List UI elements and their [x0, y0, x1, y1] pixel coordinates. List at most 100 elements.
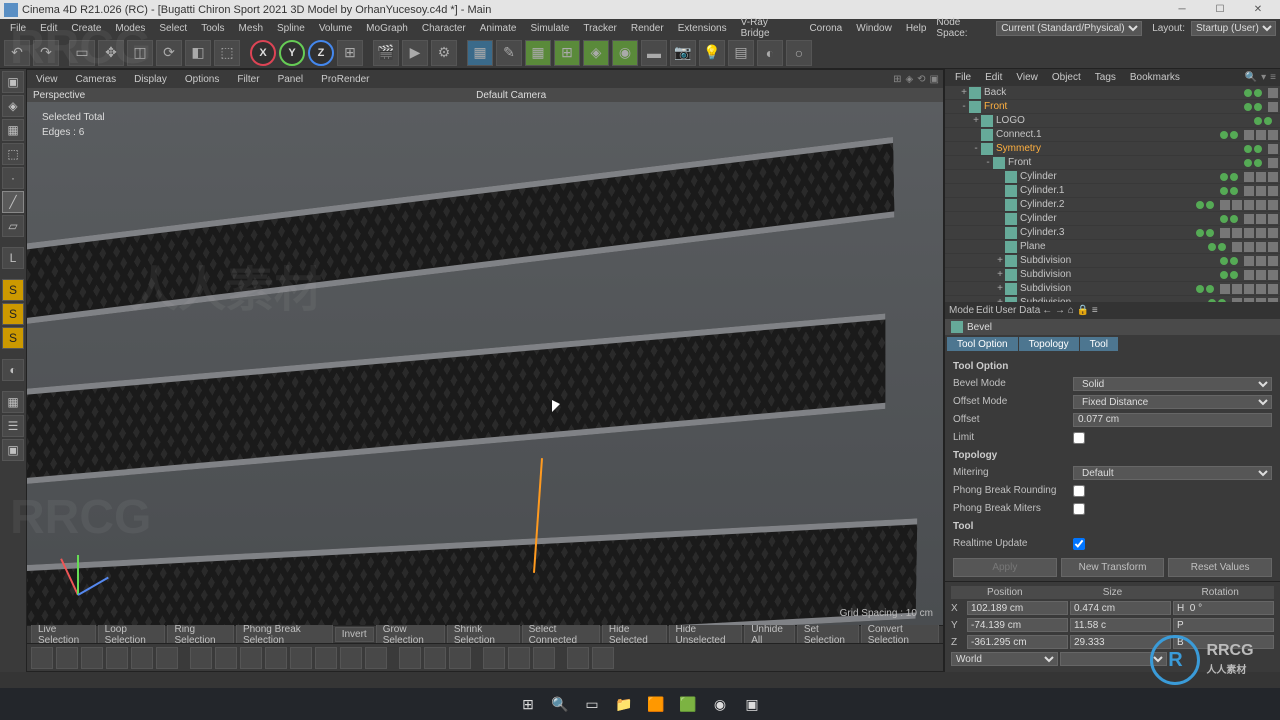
object-tag[interactable]: [1256, 270, 1266, 280]
object-tag[interactable]: [1220, 200, 1230, 210]
bevel-mode-select[interactable]: Solid: [1073, 377, 1272, 391]
fwd-icon[interactable]: →: [1055, 305, 1065, 316]
menu-spline[interactable]: Spline: [271, 21, 311, 36]
offset-mode-select[interactable]: Fixed Distance: [1073, 395, 1272, 409]
object-name[interactable]: Front: [984, 101, 1244, 112]
object-tag[interactable]: [1220, 284, 1230, 294]
isoline[interactable]: ☰: [2, 415, 24, 437]
bottom-icon-1[interactable]: [56, 647, 78, 669]
object-tag[interactable]: [1268, 186, 1278, 196]
selbtn-invert[interactable]: Invert: [335, 627, 374, 642]
object-name[interactable]: Back: [984, 87, 1244, 98]
menu-help[interactable]: Help: [900, 21, 933, 36]
objtab-object[interactable]: Object: [1046, 70, 1087, 85]
snap-1[interactable]: S: [2, 279, 24, 301]
render-dot[interactable]: [1230, 215, 1238, 223]
workplane-mode[interactable]: ⬚: [2, 143, 24, 165]
object-tag[interactable]: [1268, 102, 1278, 112]
z-axis-toggle[interactable]: Z: [308, 40, 334, 66]
select-tool[interactable]: ▭: [69, 40, 95, 66]
floor-tool[interactable]: ▤: [728, 40, 754, 66]
bottom-icon-12[interactable]: [340, 647, 362, 669]
panel-menu-icon[interactable]: ≡: [1092, 305, 1098, 316]
snap-2[interactable]: S: [2, 303, 24, 325]
object-name[interactable]: Subdivision: [1020, 283, 1196, 294]
bottom-icon-15[interactable]: [424, 647, 446, 669]
object-tag[interactable]: [1268, 130, 1278, 140]
render-dot[interactable]: [1254, 103, 1262, 111]
bottom-icon-16[interactable]: [449, 647, 471, 669]
visibility-dot[interactable]: [1220, 173, 1228, 181]
object-name[interactable]: Cylinder.1: [1020, 185, 1220, 196]
subtab-tool-option[interactable]: Tool Option: [947, 337, 1018, 351]
visibility-dot[interactable]: [1196, 201, 1204, 209]
light-tool[interactable]: 💡: [699, 40, 725, 66]
object-row[interactable]: - Front: [945, 100, 1280, 114]
offset-input[interactable]: [1073, 413, 1272, 427]
phong-break-miters-checkbox[interactable]: [1073, 503, 1085, 515]
objtab-view[interactable]: View: [1010, 70, 1044, 85]
object-tag[interactable]: [1256, 284, 1266, 294]
coord-p-input[interactable]: [967, 635, 1068, 649]
coord-s-input[interactable]: [1070, 601, 1171, 615]
instance[interactable]: ◉: [612, 40, 638, 66]
object-tag[interactable]: [1256, 186, 1266, 196]
explorer-icon[interactable]: 📁: [611, 691, 637, 717]
bottom-icon-20[interactable]: [567, 647, 589, 669]
expand-icon[interactable]: -: [959, 101, 969, 112]
object-tag[interactable]: [1256, 228, 1266, 238]
expand-icon[interactable]: +: [971, 115, 981, 126]
object-tag[interactable]: [1232, 228, 1242, 238]
render-dot[interactable]: [1254, 159, 1262, 167]
limit-checkbox[interactable]: [1073, 432, 1085, 444]
filter-icon[interactable]: ▾: [1261, 72, 1266, 83]
object-tag[interactable]: [1244, 214, 1254, 224]
field[interactable]: ▬: [641, 40, 667, 66]
menu-window[interactable]: Window: [850, 21, 898, 36]
menu-tools[interactable]: Tools: [195, 21, 230, 36]
edge-mode[interactable]: ╱: [2, 191, 24, 213]
mitering-select[interactable]: Default: [1073, 466, 1272, 480]
object-row[interactable]: +Subdivision: [945, 282, 1280, 296]
cube-primitive[interactable]: ▦: [467, 40, 493, 66]
snap-3[interactable]: S: [2, 327, 24, 349]
menu-select[interactable]: Select: [153, 21, 193, 36]
object-name[interactable]: Subdivision: [1020, 269, 1220, 280]
bottom-icon-19[interactable]: [533, 647, 555, 669]
object-row[interactable]: Cylinder: [945, 212, 1280, 226]
visibility-dot[interactable]: [1220, 131, 1228, 139]
vpmenu-panel[interactable]: Panel: [273, 72, 309, 87]
vpmenu-display[interactable]: Display: [129, 72, 172, 87]
visibility-dot[interactable]: [1244, 103, 1252, 111]
objects-tree[interactable]: +Back-Front+LOGOConnect.1-Symmetry-Front…: [945, 86, 1280, 302]
viewport-solo[interactable]: ◐: [2, 359, 24, 381]
visibility-dot[interactable]: [1244, 89, 1252, 97]
menu-mesh[interactable]: Mesh: [233, 21, 269, 36]
object-row[interactable]: Cylinder.1: [945, 184, 1280, 198]
object-row[interactable]: Plane: [945, 240, 1280, 254]
coord-r-input[interactable]: [1173, 601, 1274, 615]
menu-modes[interactable]: Modes: [109, 21, 151, 36]
realtime-update-checkbox[interactable]: [1073, 538, 1085, 550]
object-row[interactable]: +Subdivision: [945, 254, 1280, 268]
render-dot[interactable]: [1206, 229, 1214, 237]
bottom-icon-13[interactable]: [365, 647, 387, 669]
last-tool[interactable]: ◧: [185, 40, 211, 66]
visibility-dot[interactable]: [1220, 187, 1228, 195]
start-button[interactable]: ⊞: [515, 691, 541, 717]
object-name[interactable]: Cylinder: [1020, 213, 1220, 224]
object-name[interactable]: Plane: [1020, 241, 1208, 252]
vp-icon-4[interactable]: ▣: [930, 74, 939, 85]
object-row[interactable]: +Subdivision: [945, 268, 1280, 282]
x-axis-toggle[interactable]: X: [250, 40, 276, 66]
object-row[interactable]: +LOGO: [945, 114, 1280, 128]
minimize-button[interactable]: ─: [1164, 1, 1200, 19]
menu-simulate[interactable]: Simulate: [524, 21, 575, 36]
search-icon[interactable]: 🔍: [547, 691, 573, 717]
object-tag[interactable]: [1256, 130, 1266, 140]
object-tag[interactable]: [1232, 200, 1242, 210]
move-tool[interactable]: ✥: [98, 40, 124, 66]
visibility-dot[interactable]: [1220, 271, 1228, 279]
vpmenu-options[interactable]: Options: [180, 72, 224, 87]
render-dot[interactable]: [1218, 243, 1226, 251]
